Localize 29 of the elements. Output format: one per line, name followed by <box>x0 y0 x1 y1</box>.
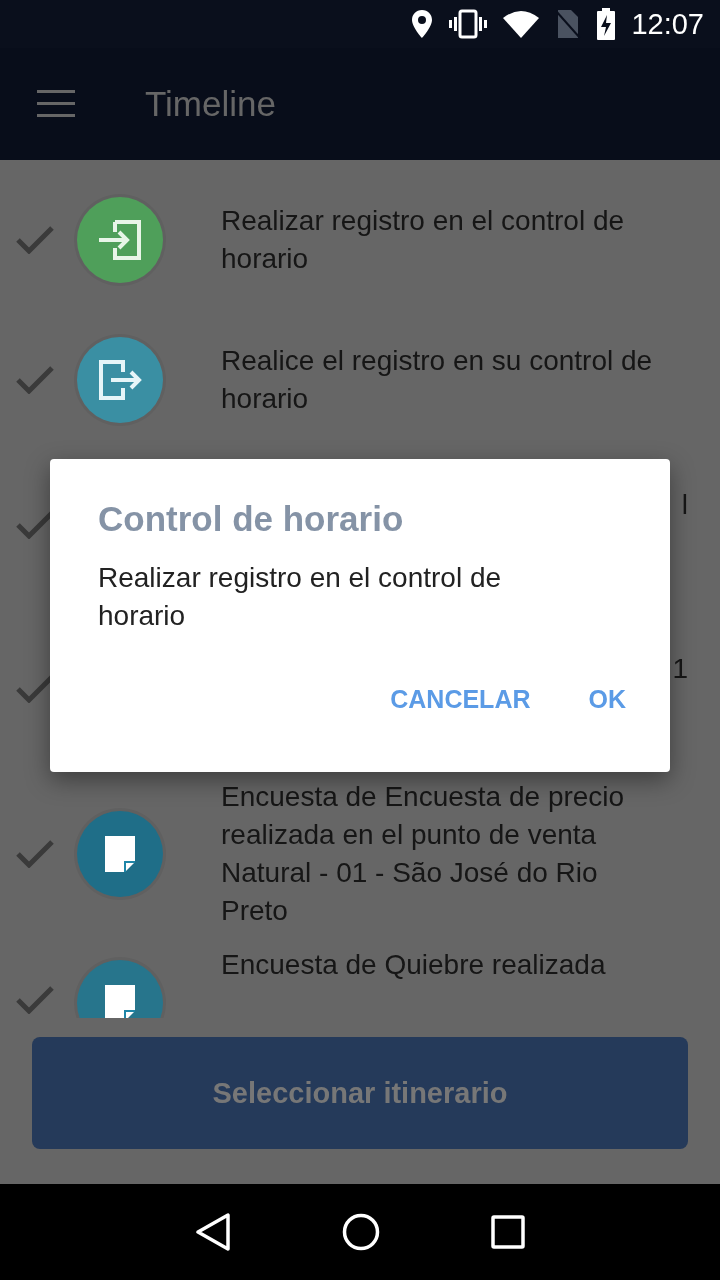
home-icon[interactable] <box>342 1213 380 1251</box>
wifi-icon <box>503 10 540 38</box>
timeline-entry-text: Realizar registro en el control de horario <box>221 204 626 276</box>
clock-time: 12:07 <box>631 7 704 41</box>
dialog-message: Realizar registro en el control de horario <box>98 561 503 633</box>
screen-title: Timeline <box>145 84 276 124</box>
dialog-title: Control de horario <box>98 499 405 539</box>
checkmark-icon <box>16 366 54 394</box>
document-icon <box>105 836 135 872</box>
enter-icon <box>97 220 143 260</box>
timeline-entry-text: Realice el registro en su control de horario <box>221 344 654 416</box>
recent-apps-icon[interactable] <box>490 1215 525 1249</box>
select-itinerary-button[interactable]: Seleccionar itinerario <box>32 1037 688 1149</box>
checkmark-icon <box>16 840 54 868</box>
timeline-entry-text: Encuesta de Encuesta de precio realizada en el punto de venta Natural - 01 - São José do Rio Preto <box>221 780 626 928</box>
exit-icon <box>97 360 143 400</box>
menu-icon[interactable] <box>37 90 75 118</box>
dialog-button[interactable]: CANCELAR <box>374 675 547 724</box>
back-icon[interactable] <box>195 1213 232 1251</box>
battery-charging-icon <box>597 8 616 40</box>
checkmark-icon <box>16 226 54 254</box>
dialog-button[interactable]: OK <box>572 675 642 724</box>
location-icon <box>411 9 434 39</box>
document-icon <box>105 985 135 1018</box>
vibrate-icon <box>449 9 488 39</box>
timeline-entry-text: l <box>681 489 688 521</box>
timeline-entry-text: Encuesta de Quiebre realizada <box>221 948 607 982</box>
checkmark-icon <box>16 986 54 1014</box>
timeline-entry-text: 1 <box>672 653 688 685</box>
